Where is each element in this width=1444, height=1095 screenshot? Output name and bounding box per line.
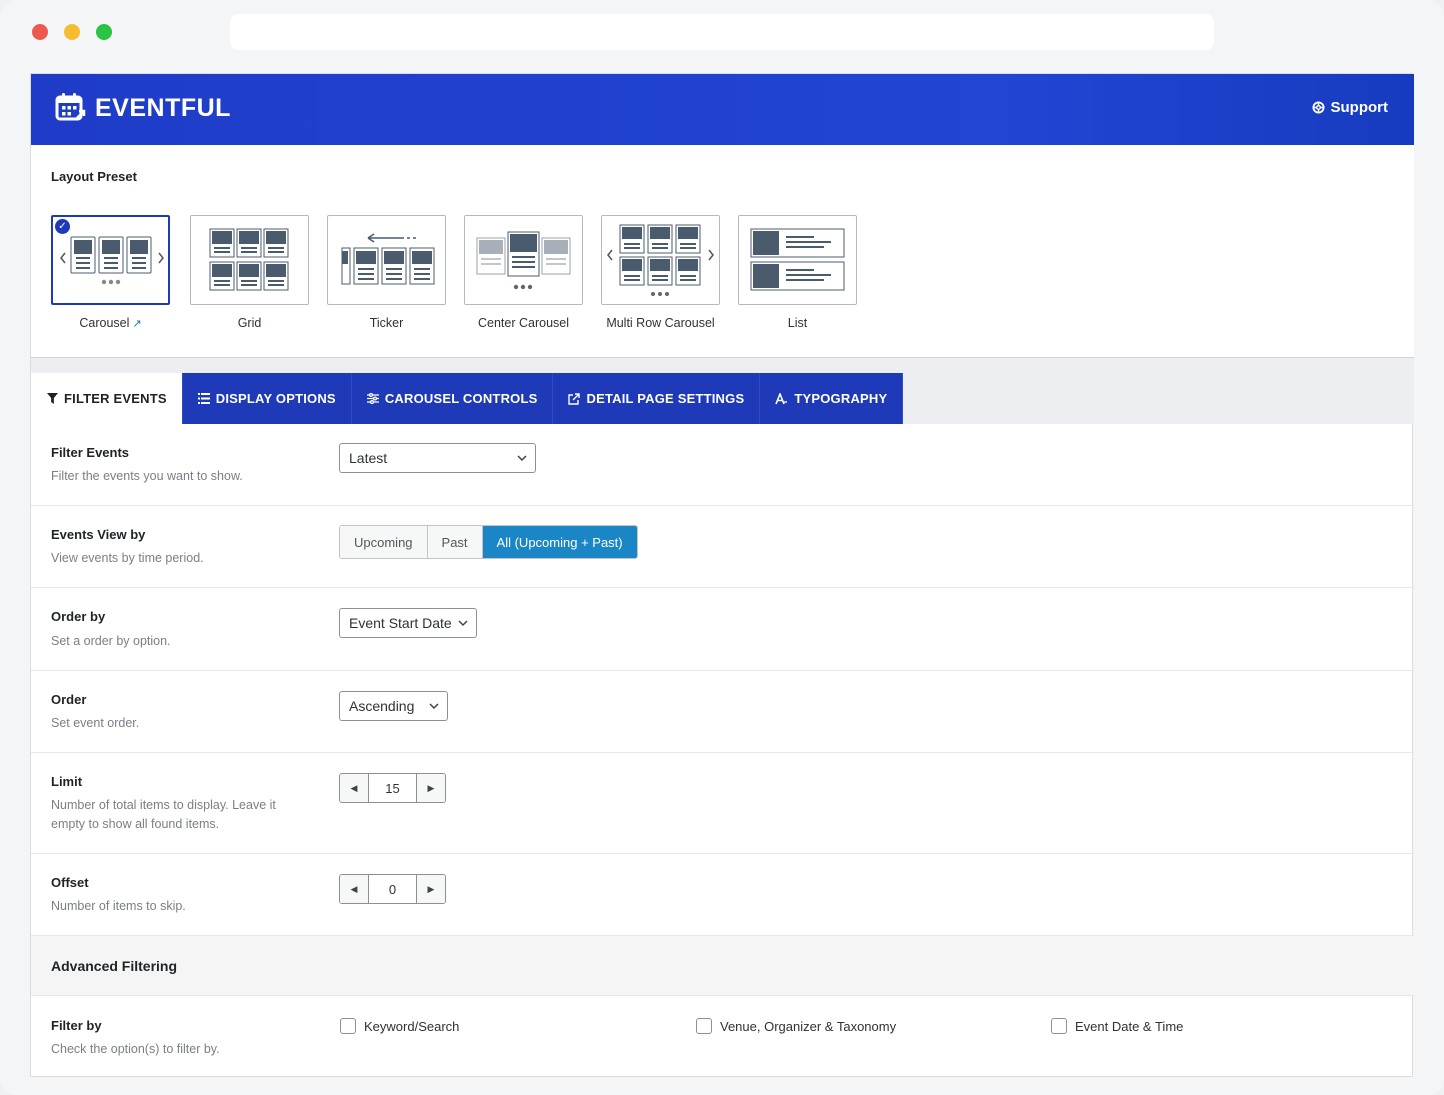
preset-list[interactable] (738, 215, 857, 305)
typography-icon (775, 392, 788, 404)
browser-window: EVENTFUL Support Layout Preset ✓ Carouse… (0, 0, 1444, 1095)
grid-layout-icon (209, 228, 289, 291)
row-filter-by: Filter by Check the option(s) to filter … (31, 996, 1414, 1077)
order-desc: Set event order. (51, 716, 140, 730)
limit-stepper: ◀ 15 ▶ (339, 773, 446, 803)
calendar-logo-icon (55, 93, 86, 121)
app-header: EVENTFUL Support (31, 74, 1414, 145)
center-carousel-layout-icon (476, 231, 571, 290)
brand-name: EVENTFUL (95, 93, 231, 122)
window-minimize-button[interactable] (64, 24, 80, 40)
chevron-down-icon (458, 620, 468, 627)
filter-by-title: Filter by (51, 1018, 102, 1033)
external-link-icon[interactable]: ↗ (132, 318, 141, 330)
settings-panel: EVENTFUL Support Layout Preset ✓ Carouse… (30, 73, 1414, 1077)
checkbox[interactable] (696, 1018, 712, 1034)
row-events-view-by: Events View by View events by time perio… (31, 506, 1414, 588)
order-select[interactable]: Ascending (339, 691, 448, 721)
preset-label-list: List (787, 316, 808, 330)
advanced-filtering-title: Advanced Filtering (51, 958, 178, 974)
offset-desc: Number of items to skip. (51, 899, 186, 913)
preset-carousel[interactable]: ✓ (51, 215, 170, 305)
filter-by-desc: Check the option(s) to filter by. (51, 1042, 220, 1056)
ticker-layout-icon (341, 233, 435, 285)
list-icon (197, 393, 210, 404)
tab-display-options[interactable]: DISPLAY OPTIONS (182, 373, 352, 424)
tab-detail-page-settings[interactable]: DETAIL PAGE SETTINGS (553, 373, 761, 424)
filter-icon (47, 393, 58, 404)
address-bar[interactable] (230, 14, 1214, 50)
preset-label-grid: Grid (237, 316, 262, 330)
preset-center-carousel[interactable] (464, 215, 583, 305)
tab-carousel-controls[interactable]: CAROUSEL CONTROLS (351, 373, 554, 424)
chevron-down-icon (517, 455, 527, 462)
row-offset: Offset Number of items to skip. ◀ 0 ▶ (31, 854, 1414, 936)
settings-tabs: FILTER EVENTS DISPLAY OPTIONS CAROUSEL C… (31, 373, 904, 424)
preset-label-center-carousel: Center Carousel (477, 316, 569, 330)
limit-title: Limit (51, 774, 83, 789)
lifebuoy-icon (1311, 101, 1325, 114)
window-maximize-button[interactable] (96, 24, 112, 40)
tab-filter-events[interactable]: FILTER EVENTS (31, 373, 183, 424)
carousel-layout-icon (60, 236, 164, 285)
order-title: Order (51, 692, 87, 707)
preset-label-multi-row-carousel: Multi Row Carousel (606, 316, 715, 330)
settings-tabs-bar: FILTER EVENTS DISPLAY OPTIONS CAROUSEL C… (31, 358, 1414, 424)
events-view-by-button-group: Upcoming Past All (Upcoming + Past) (339, 525, 638, 559)
preset-grid[interactable] (190, 215, 309, 305)
view-all-button[interactable]: All (Upcoming + Past) (482, 526, 637, 558)
events-view-by-title: Events View by (51, 527, 146, 542)
filter-date-checkbox[interactable]: Event Date & Time (1051, 1018, 1183, 1034)
multi-row-carousel-layout-icon (607, 224, 714, 296)
order-by-title: Order by (51, 609, 106, 624)
window-close-button[interactable] (32, 24, 48, 40)
filter-venue-checkbox[interactable]: Venue, Organizer & Taxonomy (696, 1018, 896, 1034)
layout-preset-title: Layout Preset (51, 169, 137, 184)
layout-preset-section: Layout Preset ✓ Carousel ↗ Grid Ticker C… (31, 145, 1414, 358)
decrement-button[interactable]: ◀ (340, 875, 369, 903)
row-limit: Limit Number of total items to display. … (31, 753, 1414, 854)
limit-desc: Number of total items to display. Leave … (51, 798, 276, 831)
increment-button[interactable]: ▶ (416, 875, 445, 903)
chevron-down-icon (429, 703, 439, 710)
row-order-by: Order by Set a order by option. Event St… (31, 588, 1414, 671)
preset-label-carousel: Carousel ↗ (79, 316, 142, 330)
checkbox[interactable] (340, 1018, 356, 1034)
row-order: Order Set event order. Ascending (31, 671, 1414, 753)
filter-events-title: Filter Events (51, 445, 130, 460)
preset-label-ticker: Ticker (369, 316, 404, 330)
tab-typography[interactable]: TYPOGRAPHY (760, 373, 904, 424)
increment-button[interactable]: ▶ (416, 774, 445, 802)
filter-keyword-checkbox[interactable]: Keyword/Search (340, 1018, 459, 1034)
offset-input[interactable]: 0 (369, 875, 416, 903)
external-link-icon (568, 392, 581, 405)
checkmark-icon: ✓ (55, 219, 70, 234)
row-filter-events: Filter Events Filter the events you want… (31, 424, 1414, 506)
decrement-button[interactable]: ◀ (340, 774, 369, 802)
preset-ticker[interactable] (327, 215, 446, 305)
view-past-button[interactable]: Past (427, 526, 483, 558)
offset-title: Offset (51, 875, 89, 890)
support-label: Support (1330, 99, 1389, 116)
sliders-icon (366, 393, 379, 404)
view-upcoming-button[interactable]: Upcoming (340, 526, 428, 558)
order-by-select[interactable]: Event Start Date (339, 608, 477, 638)
list-layout-icon (750, 228, 845, 291)
filter-events-select[interactable]: Latest (339, 443, 536, 473)
checkbox[interactable] (1051, 1018, 1067, 1034)
brand-logo: EVENTFUL (55, 91, 231, 125)
support-link[interactable]: Support (1311, 99, 1389, 116)
events-view-by-desc: View events by time period. (51, 551, 204, 565)
filter-events-desc: Filter the events you want to show. (51, 469, 243, 483)
offset-stepper: ◀ 0 ▶ (339, 874, 446, 904)
advanced-filtering-header: Advanced Filtering (31, 936, 1414, 996)
order-by-desc: Set a order by option. (51, 634, 171, 648)
limit-input[interactable]: 15 (369, 774, 416, 802)
preset-multi-row-carousel[interactable] (601, 215, 720, 305)
